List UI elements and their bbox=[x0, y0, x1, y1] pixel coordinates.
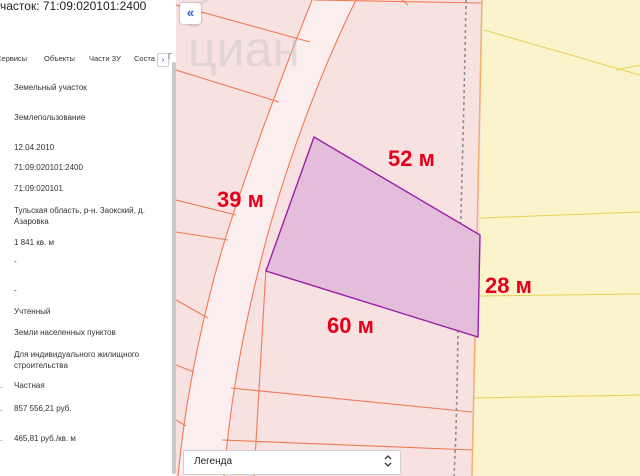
field-parcel-kind: Землепользование bbox=[14, 113, 86, 122]
bullet-marker: . bbox=[0, 404, 3, 413]
legend-select[interactable]: Легенда bbox=[183, 450, 401, 475]
dimension-left-label: 39 м bbox=[217, 187, 264, 212]
chevron-updown-icon bbox=[384, 454, 392, 471]
field-area: 1 841 кв. м bbox=[14, 238, 54, 247]
field-address: Тульская область, р-н. Заокский, д. Азар… bbox=[14, 206, 145, 226]
field-permitted-use: Для индивидуального жилищного строительс… bbox=[14, 350, 140, 370]
dimension-top-label: 52 м bbox=[388, 146, 435, 171]
tab-parcel-parts[interactable]: Части ЗУ bbox=[89, 54, 121, 63]
info-panel: участок: 71:09:020101:2400 Сервисы Объек… bbox=[0, 0, 177, 476]
field-cadastral-block: 71:09:020101 bbox=[14, 184, 63, 193]
bullet-marker: . bbox=[0, 381, 3, 390]
field-cadastral-value: 857 556,21 руб. bbox=[14, 404, 72, 413]
field-empty-1: - bbox=[14, 257, 17, 266]
field-registration-date: 12.04.2010 bbox=[14, 143, 55, 152]
field-object-type: Земельный участок bbox=[14, 83, 87, 92]
dimension-bottom-label: 60 м bbox=[327, 313, 374, 338]
field-ownership: Частная bbox=[14, 381, 45, 390]
tab-objects[interactable]: Объекты bbox=[44, 54, 75, 63]
bullet-marker: . bbox=[0, 2, 3, 11]
field-cadastral-number: 71:09:020101:2400 bbox=[14, 163, 83, 172]
tab-composition[interactable]: Соста bbox=[134, 54, 155, 63]
tab-services[interactable]: Сервисы bbox=[0, 54, 27, 63]
field-empty-2: - bbox=[14, 286, 17, 295]
neighbor-zone bbox=[472, 0, 640, 476]
panel-tabs: Сервисы Объекты Части ЗУ Соста bbox=[0, 51, 176, 67]
cadastral-map[interactable]: циан bbox=[176, 0, 640, 476]
field-status: Учтенный bbox=[14, 307, 51, 316]
tab-next-fragment: Г bbox=[168, 52, 173, 61]
panel-title: участок: 71:09:020101:2400 bbox=[0, 0, 147, 13]
watermark-text: циан bbox=[188, 21, 300, 77]
field-land-category: Земли населенных пунктов bbox=[14, 328, 116, 337]
dimension-right-label: 28 м bbox=[485, 273, 532, 298]
legend-label: Легенда bbox=[194, 456, 233, 467]
field-unit-value: 465,81 руб./кв. м bbox=[14, 434, 76, 443]
collapse-panel-button[interactable]: « bbox=[180, 3, 201, 24]
bullet-marker: . bbox=[0, 434, 3, 443]
